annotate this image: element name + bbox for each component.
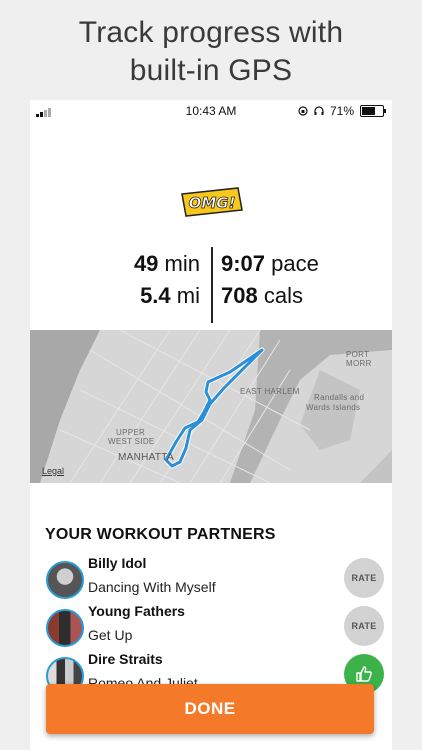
workout-stats: 49 min 5.4 mi 9:07 pace 708 cals [30,245,392,325]
status-bar: 10:43 AM 71% [30,100,392,122]
artist-avatar [46,609,84,647]
battery-icon [360,105,386,117]
status-right: 71% [298,104,386,118]
artist-name: Young Fathers [88,603,185,619]
rotation-lock-icon [298,106,308,116]
stats-divider [211,247,213,323]
partner-row: Young Fathers Get Up RATE [44,603,384,651]
omg-badge: OMG! [181,187,243,217]
pace-stat: 9:07 pace [221,251,319,276]
distance-stat: 5.4 mi [140,283,200,308]
thumbs-up-icon [356,666,372,682]
headline-line-1: Track progress with [78,16,344,49]
rate-button[interactable]: RATE [344,606,384,646]
omg-text: OMG! [189,194,236,212]
duration-stat: 49 min [133,251,200,276]
artist-avatar [46,561,84,599]
headline-line-2: built-in GPS [129,54,293,87]
map-label-west-side: WEST SIDE [108,437,155,446]
artist-name: Dire Straits [88,651,163,667]
artist-name: Billy Idol [88,555,147,571]
battery-percent: 71% [329,104,354,118]
map-label-east-harlem: EAST HARLEM [240,387,300,396]
marketing-headline: Track progress with built-in GPS [0,14,422,90]
route-map[interactable]: PORT MORR EAST HARLEM Randalls and Wards… [30,330,392,483]
calories-stat: 708 cals [221,283,303,308]
headphones-icon [314,106,324,115]
map-label-manhattan: MANHATTA [118,452,174,463]
map-label-port-morris: PORT MORR [346,350,372,368]
rate-button[interactable]: RATE [344,558,384,598]
map-label-randalls: Randalls and [314,393,365,402]
song-title: Dancing With Myself [88,579,216,595]
map-label-wards: Wards Islands [306,403,361,412]
phone-screen: 10:43 AM 71% OMG! 49 min 5.4 mi 9:07 pac… [30,100,392,750]
map-legal-link[interactable]: Legal [42,466,64,476]
workout-partners-title: YOUR WORKOUT PARTNERS [45,526,276,543]
map-label-upper: UPPER [116,428,146,437]
song-title: Get Up [88,627,133,643]
partner-row: Billy Idol Dancing With Myself RATE [44,555,384,603]
done-button[interactable]: DONE [46,684,374,734]
